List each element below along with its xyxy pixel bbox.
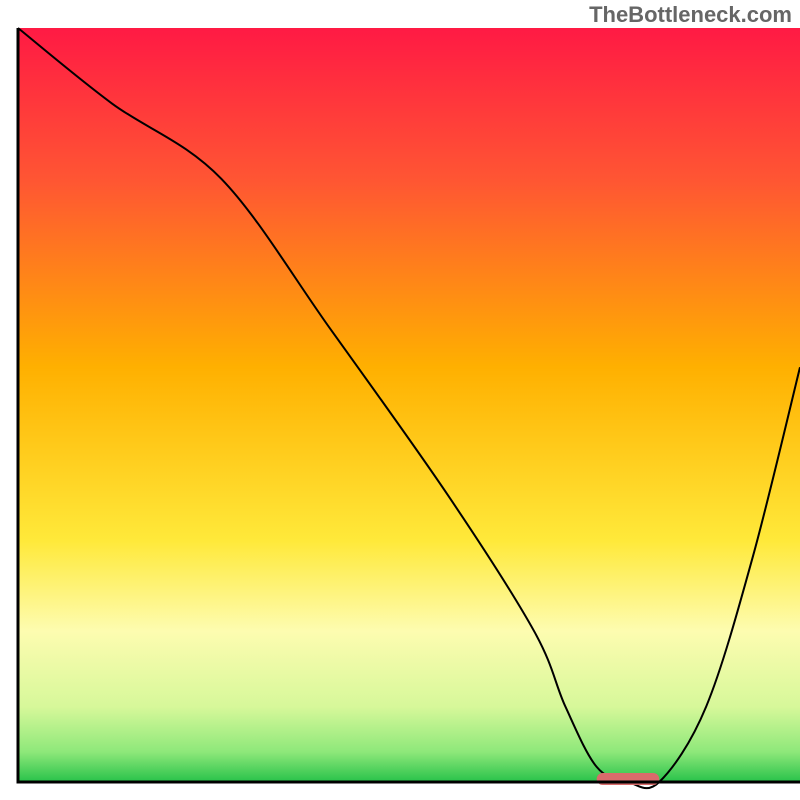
bottleneck-chart: TheBottleneck.com bbox=[0, 0, 800, 800]
watermark-text: TheBottleneck.com bbox=[589, 2, 792, 28]
plot-background bbox=[18, 28, 800, 782]
chart-svg bbox=[0, 0, 800, 800]
